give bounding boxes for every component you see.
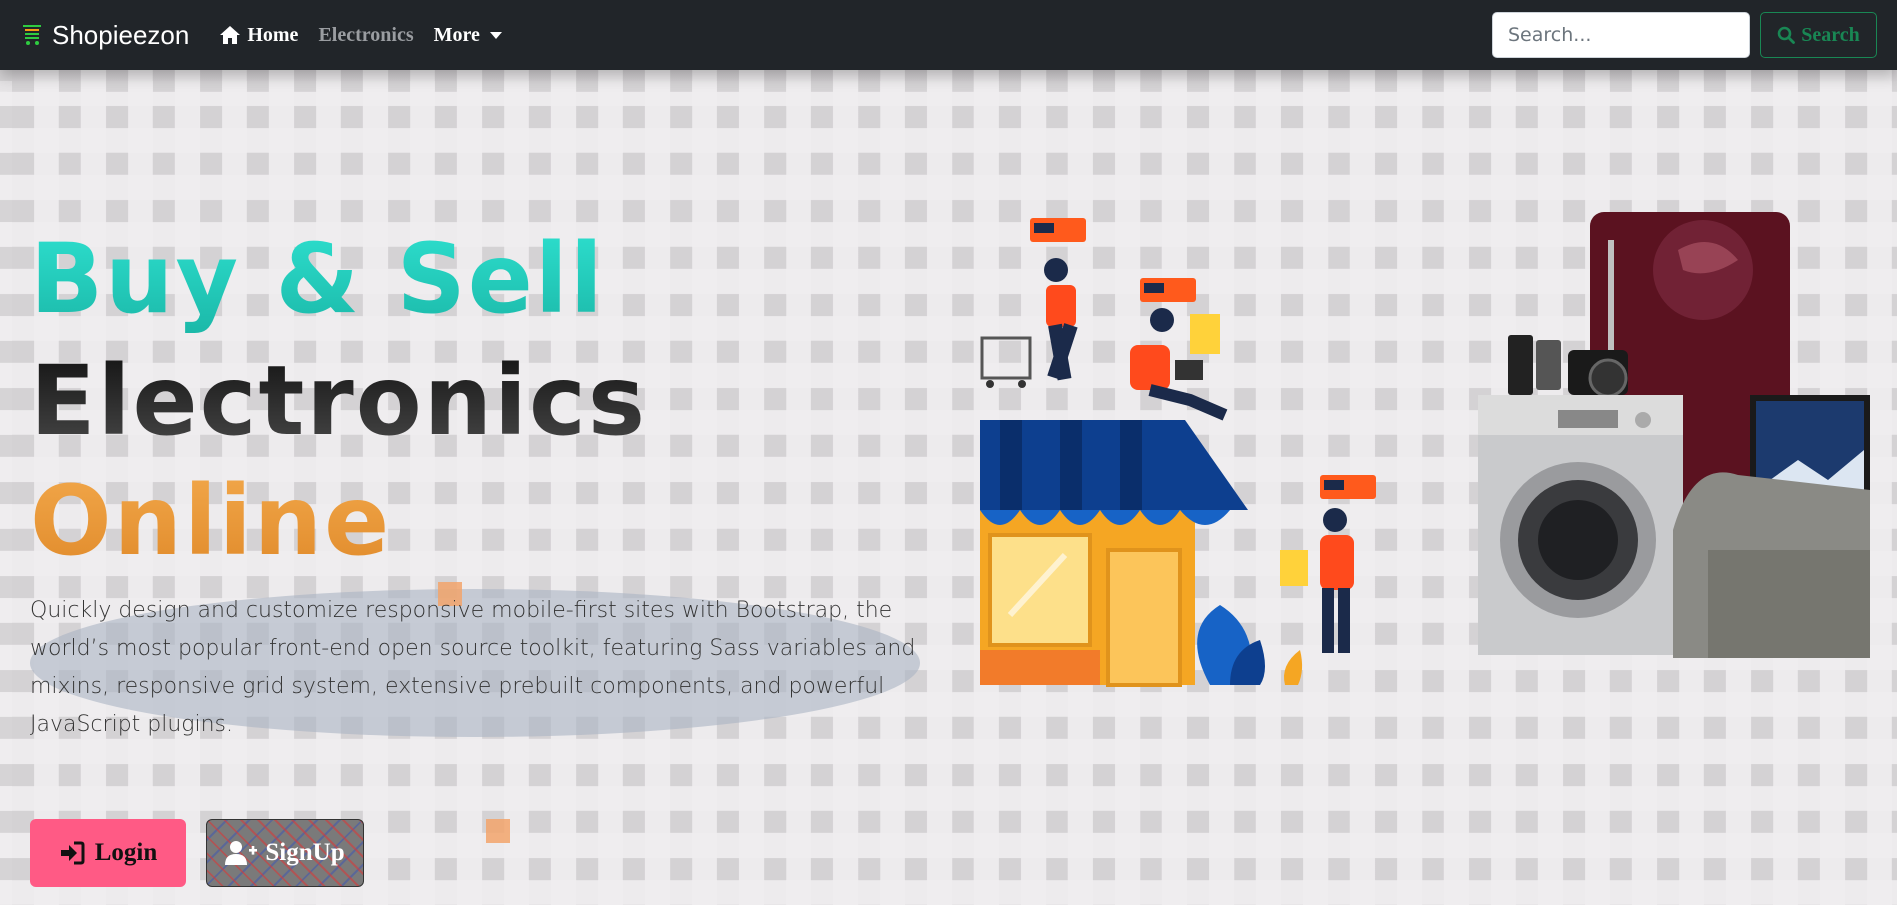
nav-electronics-label: Electronics (318, 23, 414, 46)
search-input[interactable] (1492, 12, 1750, 58)
navbar: Shopieezon Home Electronics More Search (0, 0, 1897, 70)
nav-more-label: More (433, 23, 480, 46)
search-button-label: Search (1801, 23, 1860, 46)
login-button[interactable]: Login (30, 819, 186, 887)
hero-title-line1: Buy & Sell (30, 223, 605, 335)
hero-description: Quickly design and customize responsive … (30, 598, 916, 737)
sign-in-icon (60, 841, 85, 865)
hero-title-line3: Online (30, 465, 392, 577)
caret-down-icon (489, 31, 502, 39)
brand-name: Shopieezon (52, 19, 190, 50)
appliances-illustration (1478, 212, 1870, 658)
shop-illustration (980, 218, 1376, 687)
nav-electronics[interactable]: Electronics (318, 24, 413, 47)
user-plus-icon (225, 841, 258, 865)
home-icon (220, 26, 241, 44)
signup-button-label: SignUp (265, 839, 345, 866)
nav-home-label: Home (247, 23, 299, 46)
hero-title-line2: Electronics (30, 345, 647, 457)
cart-logo-icon (23, 25, 41, 45)
decorative-square (486, 819, 510, 843)
nav-more-dropdown[interactable]: More (434, 24, 502, 47)
signup-button[interactable]: SignUp (206, 819, 364, 887)
login-button-label: Login (94, 839, 158, 866)
nav-home[interactable]: Home (219, 24, 298, 47)
nav-links: Home Electronics More (219, 24, 502, 47)
search-form: Search (1492, 12, 1877, 58)
search-button[interactable]: Search (1760, 12, 1877, 58)
brand[interactable]: Shopieezon (20, 20, 189, 51)
search-icon (1777, 26, 1796, 44)
